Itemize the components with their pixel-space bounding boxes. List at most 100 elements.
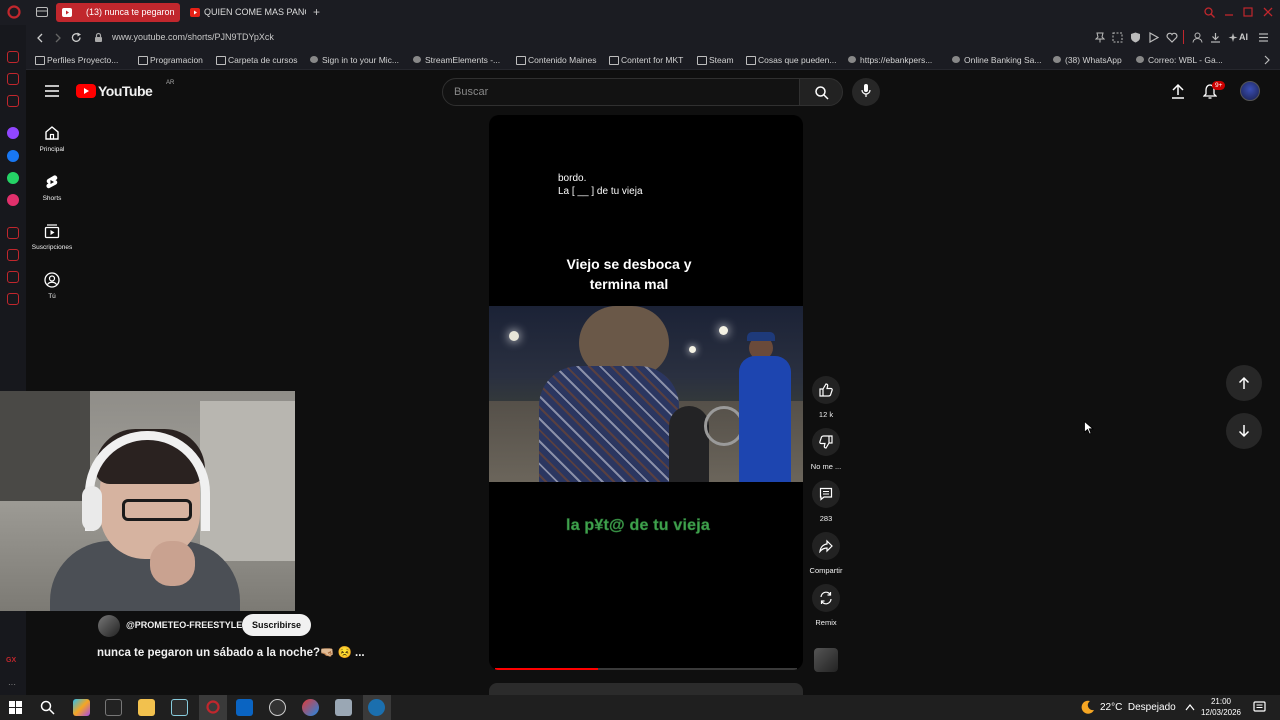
outlook-icon[interactable] — [236, 699, 253, 716]
bookmark-item[interactable]: Cosas que pueden... — [746, 53, 836, 67]
nav-tu[interactable]: Tú — [26, 272, 78, 300]
shorts-video-player[interactable]: bordo. La [ __ ] de tu vieja Viejo se de… — [489, 115, 803, 670]
shield-icon[interactable] — [1130, 32, 1141, 43]
download-icon[interactable] — [1210, 32, 1221, 43]
hamburger-menu-icon[interactable] — [45, 85, 59, 97]
headphone-cup — [82, 486, 102, 531]
sidebar-app-icon[interactable] — [7, 51, 19, 63]
clock-time[interactable]: 21:00 — [1200, 697, 1242, 706]
nav-principal[interactable]: Principal — [26, 125, 78, 153]
sidebar-app-icon[interactable] — [7, 150, 19, 162]
mouse-cursor-icon — [1084, 421, 1094, 435]
sidebar-app-icon[interactable] — [7, 73, 19, 85]
more-bookmarks-icon[interactable] — [1263, 55, 1271, 65]
like-action[interactable]: 12 k — [807, 376, 845, 419]
search-input[interactable]: Buscar — [442, 78, 800, 106]
chevron-up-icon[interactable] — [1185, 703, 1195, 711]
opera-gx-taskbar-button[interactable] — [199, 695, 227, 720]
shorts-icon — [46, 175, 58, 189]
minimize-icon[interactable] — [1224, 7, 1234, 17]
calculator-icon[interactable] — [171, 699, 188, 716]
search-tabs-icon[interactable] — [1204, 7, 1215, 18]
bookmark-item[interactable]: Contenido Maines — [516, 53, 597, 67]
account-avatar[interactable] — [1240, 81, 1260, 101]
tab-second[interactable]: QUIEN COME MAS PANC — [184, 3, 306, 22]
bookmark-item[interactable]: (38) WhatsApp — [1053, 53, 1122, 67]
like-icon — [819, 383, 833, 397]
next-short-preview[interactable] — [489, 683, 803, 695]
short-title[interactable]: nunca te pegaron un sábado a la noche?🤜🏼… — [97, 645, 365, 659]
terminal-icon[interactable] — [105, 699, 122, 716]
sidebar-app-icon[interactable] — [7, 127, 19, 139]
bookmark-item[interactable]: Content for MKT — [609, 53, 683, 67]
tab-active-short[interactable]: (13) nunca te pegaron — [56, 3, 180, 22]
sidebar-app-icon[interactable] — [7, 249, 19, 261]
url-field[interactable]: www.youtube.com/shorts/PJN9TDYpXck — [112, 32, 274, 42]
pin-icon[interactable] — [1095, 32, 1105, 43]
sidebar-app-icon[interactable] — [7, 194, 19, 206]
obs-icon[interactable] — [269, 699, 286, 716]
search-button[interactable] — [799, 78, 843, 106]
bookmark-item[interactable]: Correo: WBL - Ga... — [1136, 53, 1223, 67]
progress-track[interactable] — [495, 668, 797, 670]
workspaces-icon[interactable] — [36, 7, 48, 17]
bookmark-item[interactable]: Programacion — [138, 53, 203, 67]
you-icon — [44, 272, 60, 288]
close-icon[interactable] — [1263, 7, 1273, 17]
forward-icon[interactable] — [54, 33, 62, 43]
voice-search-button[interactable] — [852, 78, 880, 106]
copilot-icon[interactable] — [73, 699, 90, 716]
new-tab-button[interactable]: + — [313, 5, 320, 19]
reload-icon[interactable] — [71, 32, 82, 43]
play-icon[interactable] — [1148, 32, 1159, 43]
share-action[interactable]: Compartir — [807, 532, 845, 575]
previous-short-button[interactable] — [1226, 365, 1262, 401]
bookmark-item[interactable]: Carpeta de cursos — [216, 53, 297, 67]
clock-date[interactable]: 12/03/2026 — [1200, 708, 1242, 717]
create-upload-icon[interactable] — [1171, 83, 1185, 99]
ai-sparkle-icon[interactable] — [1228, 32, 1238, 43]
sidebar-app-icon[interactable] — [7, 227, 19, 239]
windows-start-icon[interactable] — [9, 701, 22, 714]
comments-action[interactable]: 283 — [807, 480, 845, 523]
snapshot-icon[interactable] — [1112, 32, 1123, 43]
bookmark-item[interactable]: Sign in to your Mic... — [310, 53, 399, 67]
bookmark-item[interactable]: Online Banking Sa... — [952, 53, 1042, 67]
heart-icon[interactable] — [1166, 32, 1178, 43]
audio-thumbnail[interactable] — [814, 648, 838, 672]
bookmark-item[interactable]: https://ebankpers... — [848, 53, 932, 67]
bookmark-item[interactable]: StreamElements -... — [413, 53, 500, 67]
notification-badge: 9+ — [1212, 81, 1226, 90]
sidebar-app-icon[interactable] — [7, 95, 19, 107]
app-icon[interactable] — [335, 699, 352, 716]
browser-tab-bar: (13) nunca te pegaron QUIEN COME MAS PAN… — [0, 0, 1280, 25]
nav-label: Suscripciones — [31, 244, 73, 251]
taskbar-search-icon[interactable] — [40, 700, 55, 715]
profile-icon[interactable] — [1192, 32, 1203, 43]
bookmark-item[interactable]: Steam — [697, 53, 734, 67]
opera-logo-icon[interactable] — [7, 5, 21, 19]
chrome-icon[interactable] — [302, 699, 319, 716]
remix-action[interactable]: Remix — [807, 584, 845, 627]
bookmark-item[interactable]: Perfiles Proyecto... — [35, 53, 118, 67]
nav-suscripciones[interactable]: Suscripciones — [26, 223, 78, 251]
weather-text[interactable]: 22°C Despejado — [1100, 702, 1176, 713]
channel-avatar[interactable] — [98, 615, 120, 637]
file-explorer-icon[interactable] — [138, 699, 155, 716]
arrow-up-icon — [1238, 376, 1250, 389]
sidebar-app-icon[interactable] — [7, 172, 19, 184]
sidebar-app-icon[interactable] — [7, 271, 19, 283]
channel-name[interactable]: @PROMETEO-FREESTYLE — [126, 620, 242, 630]
subscribe-button[interactable]: Suscribirse — [242, 614, 312, 636]
maximize-icon[interactable] — [1243, 7, 1253, 17]
notification-center-icon[interactable] — [1253, 701, 1266, 714]
dislike-action[interactable]: No me ... — [807, 428, 845, 471]
nav-shorts[interactable]: Shorts — [26, 174, 78, 202]
more-icon[interactable]: ··· — [8, 680, 16, 689]
next-short-button[interactable] — [1226, 413, 1262, 449]
steam-taskbar-button[interactable] — [363, 695, 391, 720]
ai-label[interactable]: AI — [1239, 32, 1248, 42]
back-icon[interactable] — [36, 33, 44, 43]
sidebar-app-icon[interactable] — [7, 293, 19, 305]
menu-icon[interactable] — [1258, 32, 1269, 43]
